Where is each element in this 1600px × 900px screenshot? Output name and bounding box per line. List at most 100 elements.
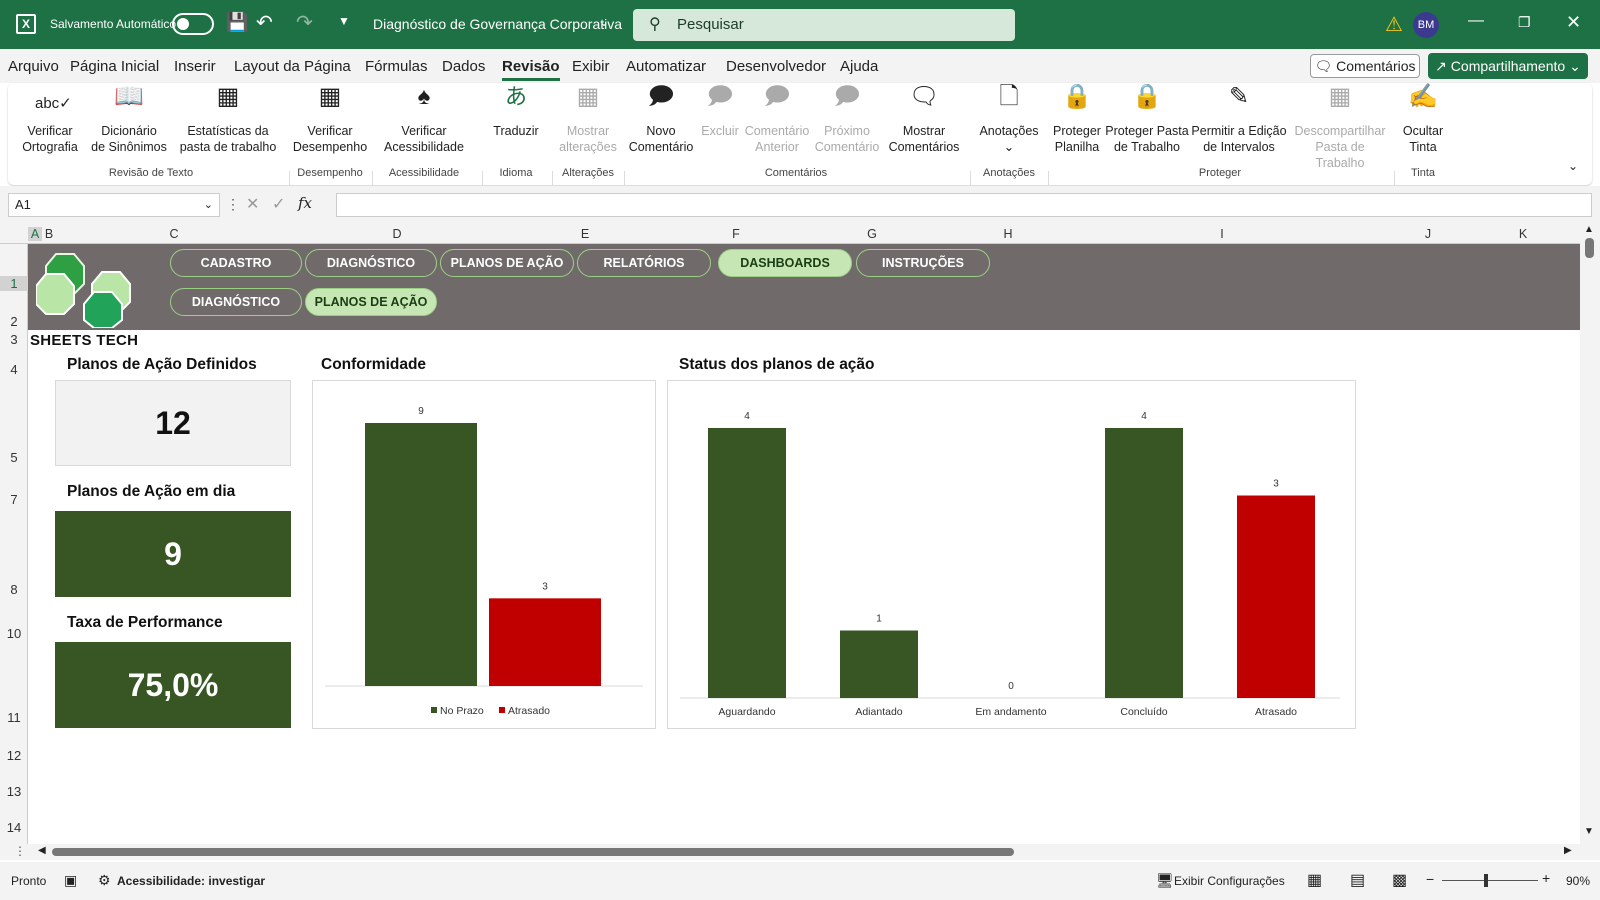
ribbon-expand-icon[interactable]: ⌄ — [1568, 159, 1578, 173]
allow-edit-button[interactable]: ✎ Permitir a Edição de Intervalos — [1190, 85, 1288, 155]
minimize-icon[interactable]: — — [1468, 12, 1484, 30]
col-header-e[interactable]: E — [502, 227, 668, 241]
scroll-right-icon[interactable]: ▶ — [1564, 845, 1572, 856]
accessibility-button[interactable]: ♠ Verificar Acessibilidade — [376, 85, 472, 155]
col-header-f[interactable]: F — [668, 227, 804, 241]
row-header-8[interactable]: 8 — [0, 582, 28, 597]
col-header-g[interactable]: G — [804, 227, 940, 241]
nav-diagnostico[interactable]: DIAGNÓSTICO — [305, 249, 437, 277]
subnav-planos-de-acao[interactable]: PLANOS DE AÇÃO — [305, 288, 437, 316]
cancel-icon[interactable]: ✕ — [246, 194, 259, 214]
share-button[interactable]: ↗ Compartilhamento ⌄ — [1428, 53, 1588, 79]
col-header-b[interactable]: B — [42, 227, 56, 241]
close-icon[interactable]: ✕ — [1566, 12, 1581, 33]
avatar[interactable]: BM — [1413, 12, 1439, 38]
menu-automatizar[interactable]: Automatizar — [626, 58, 706, 75]
status-accessibility[interactable]: Acessibilidade: investigar — [117, 874, 265, 888]
protect-sheet-button[interactable]: 🔒 Proteger Planilha — [1050, 85, 1104, 155]
col-header-c[interactable]: C — [56, 227, 292, 241]
subnav-diagnostico[interactable]: DIAGNÓSTICO — [170, 288, 302, 316]
customize-icon[interactable]: ▼ — [338, 14, 350, 28]
search-input[interactable]: ⚲ Pesquisar — [633, 9, 1015, 41]
new-comment-button[interactable]: 🗩 Novo Comentário — [628, 85, 694, 155]
status-display-settings[interactable]: Exibir Configurações — [1174, 874, 1285, 888]
row-header-7[interactable]: 7 — [0, 492, 28, 507]
nav-instrucoes[interactable]: INSTRUÇÕES — [856, 249, 990, 277]
restore-icon[interactable]: ❐ — [1518, 14, 1531, 31]
undo-icon[interactable]: ↶ — [256, 10, 273, 35]
row-header-3[interactable]: 3 — [0, 332, 28, 347]
function-icon[interactable]: fx — [298, 194, 312, 212]
menu-revisao[interactable]: Revisão — [502, 58, 560, 81]
vertical-scroll-thumb[interactable] — [1585, 238, 1594, 258]
vertical-scrollbar[interactable]: ▲ ▼ — [1580, 224, 1600, 844]
row-header-11[interactable]: 11 — [0, 710, 28, 725]
row-header-4[interactable]: 4 — [0, 362, 28, 377]
chevron-down-icon[interactable]: ⌄ — [599, 15, 609, 29]
delete-comment-button[interactable]: 🗩 Excluir — [698, 85, 742, 139]
col-header-a[interactable]: A — [28, 227, 42, 241]
scroll-left-icon[interactable]: ◀ — [38, 845, 46, 856]
formula-input[interactable] — [336, 193, 1592, 217]
show-changes-button[interactable]: ▦ Mostrar alterações — [558, 85, 618, 155]
menu-inserir[interactable]: Inserir — [174, 58, 216, 75]
sheet-options-icon[interactable]: ⋮ — [14, 844, 26, 858]
enter-icon[interactable]: ✓ — [272, 194, 285, 214]
workbook-stats-button[interactable]: ▦ Estatísticas da pasta de trabalho — [176, 85, 280, 155]
row-header-13[interactable]: 13 — [0, 784, 28, 799]
nav-planos-de-acao[interactable]: PLANOS DE AÇÃO — [440, 249, 574, 277]
row-header-12[interactable]: 12 — [0, 748, 28, 763]
menu-layout[interactable]: Layout da Página — [234, 58, 351, 75]
more-icon[interactable]: ⋮ — [226, 196, 240, 213]
scroll-up-icon[interactable]: ▲ — [1584, 224, 1594, 235]
macro-record-icon[interactable]: ▣ — [64, 872, 77, 889]
prev-comment-button[interactable]: 🗩 Comentário Anterior — [744, 85, 810, 155]
menu-arquivo[interactable]: Arquivo — [8, 58, 59, 75]
horizontal-scroll-thumb[interactable] — [52, 848, 1014, 856]
col-header-i[interactable]: I — [1076, 227, 1368, 241]
menu-dados[interactable]: Dados — [442, 58, 485, 75]
redo-icon[interactable]: ↷ — [296, 10, 313, 35]
col-header-j[interactable]: J — [1368, 227, 1488, 241]
zoom-out-icon[interactable]: − — [1426, 871, 1434, 887]
translate-button[interactable]: あ Traduzir — [486, 86, 546, 139]
row-header-10[interactable]: 10 — [0, 626, 28, 641]
nav-cadastro[interactable]: CADASTRO — [170, 249, 302, 277]
menu-formulas[interactable]: Fórmulas — [365, 58, 428, 75]
page-break-icon[interactable]: ▩ — [1392, 870, 1407, 890]
menu-ajuda[interactable]: Ajuda — [840, 58, 878, 75]
zoom-slider[interactable] — [1442, 880, 1538, 881]
document-title[interactable]: Diagnóstico de Governança Corporativa — [373, 16, 622, 32]
scroll-down-icon[interactable]: ▼ — [1584, 826, 1594, 837]
col-header-d[interactable]: D — [292, 227, 502, 241]
page-layout-icon[interactable]: ▤ — [1350, 870, 1365, 890]
warning-icon[interactable]: ⚠ — [1385, 12, 1403, 37]
col-header-k[interactable]: K — [1488, 227, 1558, 241]
next-comment-button[interactable]: 🗩 Próximo Comentário — [814, 85, 880, 155]
menu-exibir[interactable]: Exibir — [572, 58, 610, 75]
row-header-5[interactable]: 5 — [0, 450, 28, 465]
row-header-2[interactable]: 2 — [0, 314, 28, 329]
name-box[interactable]: A1 ⌄ — [8, 193, 220, 217]
thesaurus-button[interactable]: 📖 Dicionário de Sinônimos — [86, 85, 172, 155]
horizontal-scrollbar[interactable]: ⋮ ◀ ▶ — [0, 844, 1600, 860]
row-header-14[interactable]: 14 — [0, 820, 28, 835]
spelling-button[interactable]: abc✓ Verificar Ortografia — [20, 89, 80, 155]
show-comments-button[interactable]: 🗨 Mostrar Comentários — [884, 85, 964, 155]
menu-pagina-inicial[interactable]: Página Inicial — [70, 58, 159, 75]
normal-view-icon[interactable]: ▦ — [1307, 870, 1322, 890]
zoom-level[interactable]: 90% — [1566, 874, 1590, 888]
comments-button[interactable]: 🗨 Comentários — [1310, 54, 1420, 78]
autosave-toggle[interactable] — [172, 13, 214, 35]
menu-desenvolvedor[interactable]: Desenvolvedor — [726, 58, 826, 75]
nav-relatorios[interactable]: RELATÓRIOS — [577, 249, 711, 277]
hide-ink-button[interactable]: ✍ Ocultar Tinta — [1398, 85, 1448, 155]
col-header-h[interactable]: H — [940, 227, 1076, 241]
performance-button[interactable]: ▦ Verificar Desempenho — [290, 85, 370, 155]
notes-button[interactable]: 🗋 Anotações ⌄ — [974, 85, 1044, 155]
unshare-button[interactable]: ▦ Descompartilhar Pasta de Trabalho — [1290, 85, 1390, 171]
save-icon[interactable]: 💾 — [226, 12, 248, 33]
zoom-slider-thumb[interactable] — [1484, 874, 1488, 887]
row-header-1[interactable]: 1 — [0, 276, 28, 291]
protect-workbook-button[interactable]: 🔒 Proteger Pasta de Trabalho — [1104, 85, 1190, 155]
